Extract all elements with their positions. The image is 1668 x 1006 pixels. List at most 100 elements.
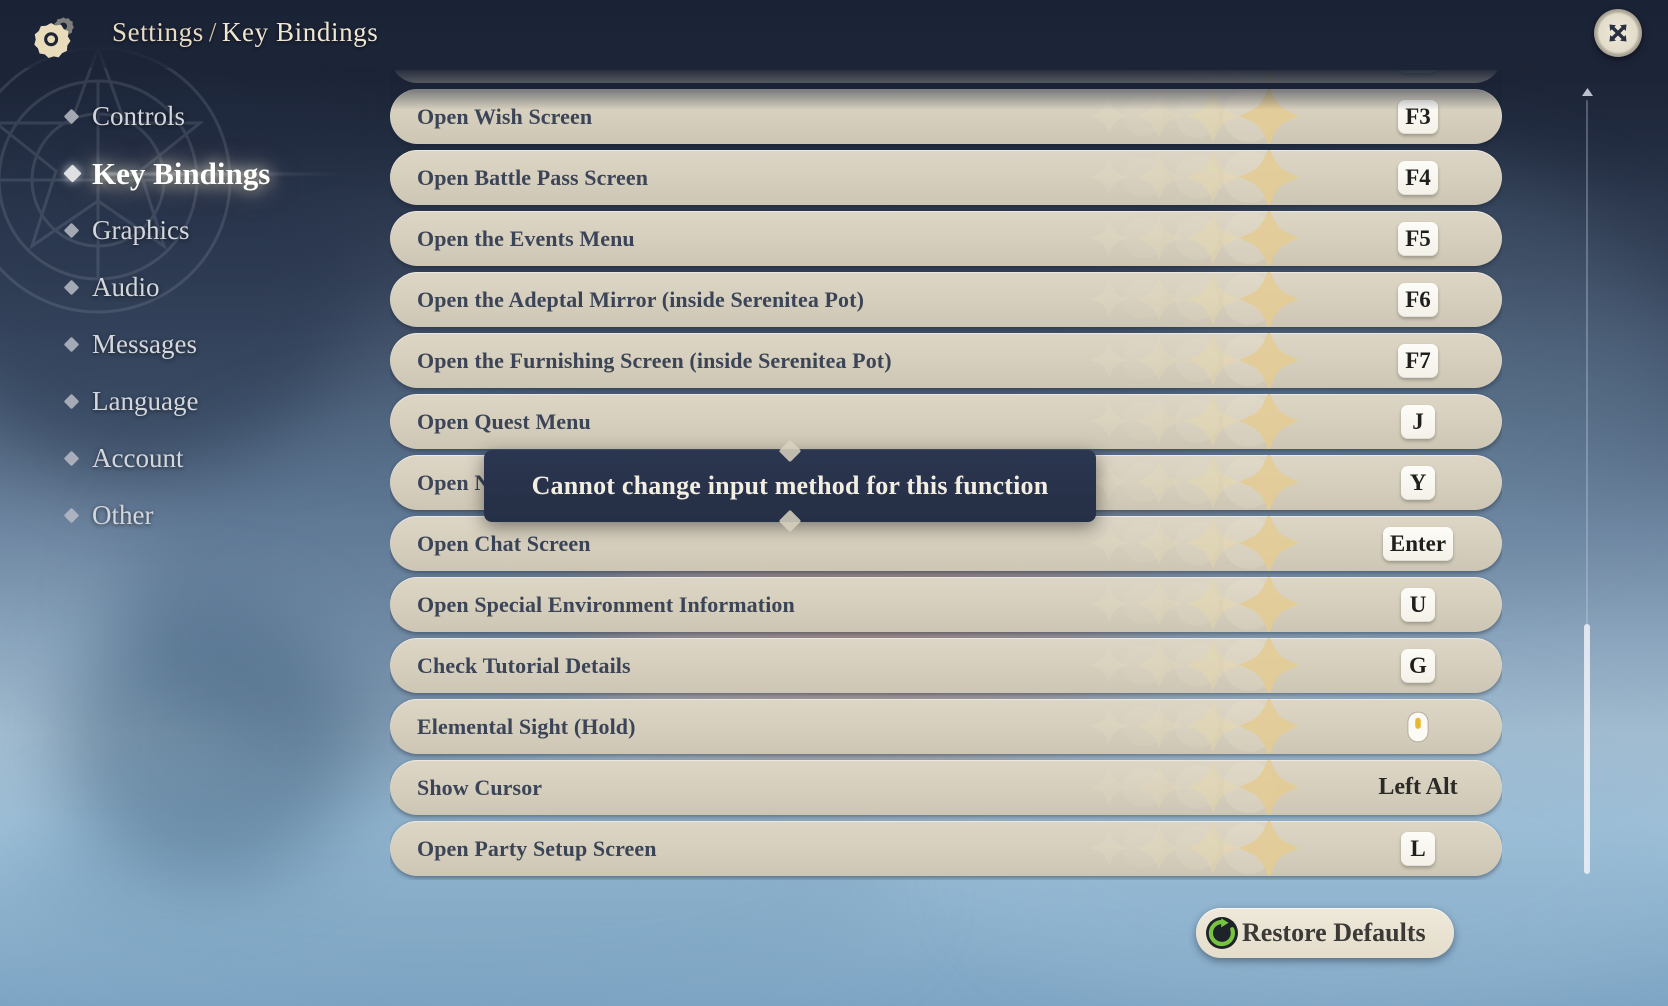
key-binding-value[interactable]: L xyxy=(1334,821,1502,876)
keycap: F5 xyxy=(1398,221,1438,256)
sidebar-item-account[interactable]: Account xyxy=(0,430,380,487)
restore-defaults-button[interactable]: Restore Defaults xyxy=(1196,908,1454,958)
key-binding-value[interactable]: U xyxy=(1334,577,1502,632)
keycap: Enter xyxy=(1382,526,1454,561)
sidebar-item-key-bindings[interactable]: Key Bindings xyxy=(0,145,380,202)
diamond-bullet-icon xyxy=(63,279,80,295)
key-binding-action-label: Open Party Setup Screen xyxy=(417,835,657,861)
sidebar-item-messages[interactable]: Messages xyxy=(0,316,380,373)
key-binding-value[interactable]: G xyxy=(1334,638,1502,693)
key-binding-action-label: Open Battle Pass Screen xyxy=(417,164,649,190)
window-header: Settings / Key Bindings xyxy=(0,0,1668,68)
sparkle-decoration-icon xyxy=(1091,394,1299,449)
keycap: F4 xyxy=(1398,160,1438,195)
sidebar-item-label: Other xyxy=(92,500,154,530)
sparkle-decoration-icon xyxy=(1091,333,1299,388)
sparkle-decoration-icon xyxy=(1091,89,1299,144)
key-binding-value[interactable]: F3 xyxy=(1334,89,1502,144)
close-icon xyxy=(1609,24,1627,42)
settings-window: Settings / Key Bindings Controls Key Bindin… xyxy=(0,0,1668,1006)
table-row[interactable]: Check Tutorial Details G xyxy=(390,638,1502,693)
key-binding-action-label: Show Cursor xyxy=(417,774,543,800)
keycap: L xyxy=(1401,831,1435,866)
key-binding-action-label: Open Quest Menu xyxy=(417,408,591,434)
key-binding-value[interactable]: F7 xyxy=(1334,333,1502,388)
scroll-up-arrow-icon[interactable] xyxy=(1582,88,1593,96)
sparkle-decoration-icon xyxy=(1091,699,1299,754)
table-row[interactable]: Open Co-Op ScreenF2 xyxy=(390,70,1502,83)
close-button[interactable] xyxy=(1594,9,1642,57)
sidebar-item-controls[interactable]: Controls xyxy=(0,88,380,145)
table-row[interactable]: Open the Events Menu F5 xyxy=(390,211,1502,266)
gear-icon xyxy=(34,17,74,58)
key-binding-action-label: Elemental Sight (Hold) xyxy=(417,713,636,739)
table-row[interactable]: Elemental Sight (Hold) xyxy=(390,699,1502,754)
keycap: U xyxy=(1401,587,1435,622)
sidebar-item-language[interactable]: Language xyxy=(0,373,380,430)
diamond-bullet-icon xyxy=(63,222,80,238)
key-binding-action-label: Open Wish Screen xyxy=(417,103,593,129)
key-binding-value[interactable]: F4 xyxy=(1334,150,1502,205)
list-scrollbar[interactable] xyxy=(1582,88,1593,874)
table-row[interactable]: Open Wish Screen F3 xyxy=(390,89,1502,144)
sidebar-item-label: Key Bindings xyxy=(92,155,271,191)
table-row[interactable]: Open the Furnishing Screen (inside Seren… xyxy=(390,333,1502,388)
table-row[interactable]: Show Cursor Left Alt xyxy=(390,760,1502,815)
key-binding-value[interactable]: F6 xyxy=(1334,272,1502,327)
sparkle-decoration-icon xyxy=(1091,577,1299,632)
sparkle-decoration-icon xyxy=(1107,70,1277,83)
keycap: G xyxy=(1401,648,1435,683)
sidebar-item-graphics[interactable]: Graphics xyxy=(0,202,380,259)
sidebar-item-label: Language xyxy=(92,386,199,416)
table-row[interactable]: Open Quest Menu J xyxy=(390,394,1502,449)
keycap: F6 xyxy=(1398,282,1438,317)
table-row[interactable]: Open Chat Screen Enter xyxy=(390,516,1502,571)
sparkle-decoration-icon xyxy=(1091,821,1299,876)
keycap: Y xyxy=(1401,465,1435,500)
diamond-bullet-icon xyxy=(63,108,80,124)
restore-refresh-icon xyxy=(1206,917,1238,949)
key-binding-action-label: Check Tutorial Details xyxy=(417,652,631,678)
table-row[interactable]: Open Battle Pass Screen F4 xyxy=(390,150,1502,205)
breadcrumb: Settings / Key Bindings xyxy=(112,17,378,48)
key-binding-action-label: Open Chat Screen xyxy=(417,530,591,556)
keycap: F7 xyxy=(1398,343,1438,378)
sidebar-item-label: Messages xyxy=(92,329,197,359)
sparkle-decoration-icon xyxy=(1091,272,1299,327)
sidebar-item-other[interactable]: Other xyxy=(0,487,380,544)
restore-defaults-label: Restore Defaults xyxy=(1242,918,1426,947)
sparkle-decoration-icon xyxy=(1091,638,1299,693)
breadcrumb-separator: / xyxy=(208,17,217,47)
diamond-bullet-icon xyxy=(63,507,80,523)
sidebar-item-label: Account xyxy=(92,443,184,473)
table-row[interactable]: Open the Adeptal Mirror (inside Serenite… xyxy=(390,272,1502,327)
key-binding-value[interactable] xyxy=(1334,699,1502,754)
keycap: F3 xyxy=(1398,99,1438,134)
breadcrumb-current: Key Bindings xyxy=(221,17,379,47)
scrollbar-thumb[interactable] xyxy=(1584,624,1590,874)
key-binding-value[interactable]: Y xyxy=(1334,455,1502,510)
diamond-bullet-icon xyxy=(63,450,80,466)
tooltip: Cannot change input method for this func… xyxy=(484,439,1096,533)
table-row[interactable]: Open Special Environment Information U xyxy=(390,577,1502,632)
sparkle-decoration-icon xyxy=(1091,211,1299,266)
tooltip-text: Cannot change input method for this func… xyxy=(531,471,1049,500)
key-binding-action-label: Open the Furnishing Screen (inside Seren… xyxy=(417,347,892,373)
key-binding-action-label: Open Special Environment Information xyxy=(417,591,795,617)
key-binding-value[interactable]: J xyxy=(1334,394,1502,449)
sparkle-decoration-icon xyxy=(1091,760,1299,815)
diamond-bullet-icon xyxy=(63,163,82,183)
table-row[interactable]: Open Party Setup Screen L xyxy=(390,821,1502,876)
mouse-icon-wrapper xyxy=(1405,710,1431,744)
breadcrumb-root[interactable]: Settings xyxy=(112,17,204,47)
key-binding-action-label: Open the Events Menu xyxy=(417,225,635,251)
sidebar-item-audio[interactable]: Audio xyxy=(0,259,380,316)
key-binding-action-label: Open the Adeptal Mirror (inside Serenite… xyxy=(417,286,865,312)
key-binding-value[interactable]: F2 xyxy=(1334,70,1502,83)
settings-sidebar: Controls Key Bindings Graphics Audio Message… xyxy=(0,88,380,968)
key-binding-value[interactable]: Enter xyxy=(1334,516,1502,571)
key-binding-value[interactable]: F5 xyxy=(1334,211,1502,266)
keycap: J xyxy=(1401,404,1435,439)
sparkle-decoration-icon xyxy=(1091,516,1299,571)
key-binding-value[interactable]: Left Alt xyxy=(1334,760,1502,815)
